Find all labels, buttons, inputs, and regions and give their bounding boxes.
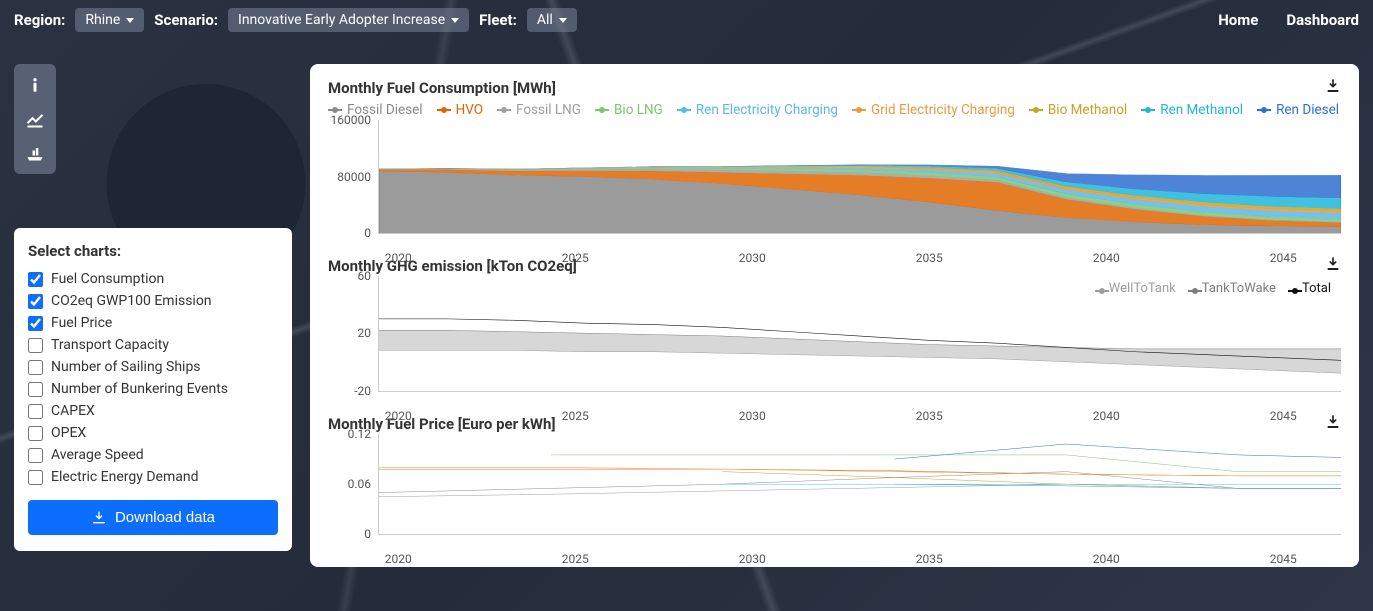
checkbox-input[interactable] xyxy=(28,382,43,397)
checkbox-electric-energy-demand[interactable]: Electric Energy Demand xyxy=(28,466,278,488)
download-chart-icon[interactable] xyxy=(1325,414,1341,434)
checkbox-co2eq-gwp100-emission[interactable]: CO2eq GWP100 Emission xyxy=(28,290,278,312)
download-chart-icon[interactable] xyxy=(1325,256,1341,276)
legend-item[interactable]: Bio Methanol xyxy=(1029,102,1127,118)
checkbox-input[interactable] xyxy=(28,294,43,309)
chart-plot-area[interactable]: 00.060.12 202020252030203520402045 xyxy=(378,434,1341,535)
side-toolbar xyxy=(14,64,56,174)
checkbox-input[interactable] xyxy=(28,338,43,353)
scenario-value: Innovative Early Adopter Increase xyxy=(238,12,445,28)
legend-item[interactable]: Grid Electricity Charging xyxy=(852,102,1015,118)
chevron-down-icon xyxy=(451,18,459,23)
legend-label: Ren Electricity Charging xyxy=(696,102,838,118)
checkbox-label: Fuel Price xyxy=(51,315,112,331)
checkbox-list: Fuel Consumption CO2eq GWP100 Emission Fue… xyxy=(28,268,278,488)
checkbox-input[interactable] xyxy=(28,272,43,287)
download-chart-icon[interactable] xyxy=(1325,78,1341,98)
region-label: Region: xyxy=(14,11,65,29)
legend-item[interactable]: Bio LNG xyxy=(595,102,663,118)
chart-plot-area[interactable]: WellToTankTankToWakeTotal -202060 202020… xyxy=(378,276,1341,391)
legend-item[interactable]: Fossil LNG xyxy=(497,102,581,118)
legend-swatch xyxy=(1257,109,1271,111)
checkbox-label: Fuel Consumption xyxy=(51,271,164,287)
checkbox-input[interactable] xyxy=(28,316,43,331)
panel-title: Select charts: xyxy=(28,242,278,260)
nav-dashboard[interactable]: Dashboard xyxy=(1286,11,1359,29)
legend-item[interactable]: Ren Diesel xyxy=(1257,102,1339,118)
nav-right: Home Dashboard xyxy=(1218,11,1359,29)
chart-selector-panel: Select charts: Fuel Consumption CO2eq GWP… xyxy=(14,228,292,551)
checkbox-opex[interactable]: OPEX xyxy=(28,422,278,444)
checkbox-label: CAPEX xyxy=(51,403,95,419)
download-data-button[interactable]: Download data xyxy=(28,500,278,535)
checkbox-input[interactable] xyxy=(28,360,43,375)
checkbox-transport-capacity[interactable]: Transport Capacity xyxy=(28,334,278,356)
checkbox-label: OPEX xyxy=(51,425,86,441)
legend-label: Bio Methanol xyxy=(1048,102,1127,118)
chart-plot-area[interactable]: 080000160000 202020252030203520402045 xyxy=(378,120,1341,234)
checkbox-average-speed[interactable]: Average Speed xyxy=(28,444,278,466)
legend-swatch xyxy=(437,109,451,111)
checkbox-label: Number of Sailing Ships xyxy=(51,359,201,375)
legend-item[interactable]: HVO xyxy=(437,102,483,118)
chart-fuel-price: Monthly Fuel Price [Euro per kWh] 00.060… xyxy=(328,414,1341,553)
chart-ghg-emission: Monthly GHG emission [kTon CO2eq] WellTo… xyxy=(328,256,1341,409)
legend-swatch xyxy=(595,109,609,111)
legend-item[interactable]: Ren Methanol xyxy=(1141,102,1243,118)
legend-label: Grid Electricity Charging xyxy=(871,102,1015,118)
legend-swatch xyxy=(677,109,691,111)
scenario-dropdown[interactable]: Innovative Early Adopter Increase xyxy=(228,8,469,32)
checkbox-label: Number of Bunkering Events xyxy=(51,381,228,397)
download-label: Download data xyxy=(115,509,215,526)
checkbox-input[interactable] xyxy=(28,426,43,441)
checkbox-label: Average Speed xyxy=(51,447,144,463)
chevron-down-icon xyxy=(559,18,567,23)
legend-swatch xyxy=(852,109,866,111)
chart-icon[interactable] xyxy=(18,102,52,136)
region-dropdown[interactable]: Rhine xyxy=(75,8,144,32)
checkbox-number-of-sailing-ships[interactable]: Number of Sailing Ships xyxy=(28,356,278,378)
nav-home[interactable]: Home xyxy=(1218,11,1258,29)
legend-swatch xyxy=(328,109,342,111)
checkbox-input[interactable] xyxy=(28,404,43,419)
legend-label: Ren Diesel xyxy=(1276,102,1339,118)
checkbox-input[interactable] xyxy=(28,470,43,485)
legend-item[interactable]: Ren Electricity Charging xyxy=(677,102,838,118)
legend-label: HVO xyxy=(456,102,483,118)
legend-label: Bio LNG xyxy=(614,102,663,118)
checkbox-fuel-price[interactable]: Fuel Price xyxy=(28,312,278,334)
topbar: Region: Rhine Scenario: Innovative Early… xyxy=(0,0,1373,40)
checkbox-input[interactable] xyxy=(28,448,43,463)
checkbox-capex[interactable]: CAPEX xyxy=(28,400,278,422)
charts-card: Monthly Fuel Consumption [MWh] Fossil Di… xyxy=(310,64,1359,567)
scenario-label: Scenario: xyxy=(154,11,218,29)
ship-icon[interactable] xyxy=(18,136,52,170)
checkbox-number-of-bunkering-events[interactable]: Number of Bunkering Events xyxy=(28,378,278,400)
fleet-label: Fleet: xyxy=(479,11,517,29)
checkbox-label: Transport Capacity xyxy=(51,337,169,353)
info-icon[interactable] xyxy=(18,68,52,102)
legend-swatch xyxy=(1141,109,1155,111)
fleet-dropdown[interactable]: All xyxy=(527,8,577,32)
legend-swatch xyxy=(497,109,511,111)
fleet-value: All xyxy=(537,12,553,28)
checkbox-fuel-consumption[interactable]: Fuel Consumption xyxy=(28,268,278,290)
chevron-down-icon xyxy=(126,18,134,23)
chart-fuel-consumption: Monthly Fuel Consumption [MWh] Fossil Di… xyxy=(328,78,1341,252)
download-icon xyxy=(91,510,107,526)
legend-label: Ren Methanol xyxy=(1160,102,1243,118)
checkbox-label: Electric Energy Demand xyxy=(51,469,198,485)
region-value: Rhine xyxy=(85,12,120,28)
legend-label: Fossil LNG xyxy=(516,102,581,118)
chart-legend: Fossil DieselHVOFossil LNGBio LNGRen Ele… xyxy=(328,98,1341,120)
chart-title: Monthly Fuel Consumption [MWh] xyxy=(328,79,556,97)
legend-swatch xyxy=(1029,109,1043,111)
checkbox-label: CO2eq GWP100 Emission xyxy=(51,293,212,309)
